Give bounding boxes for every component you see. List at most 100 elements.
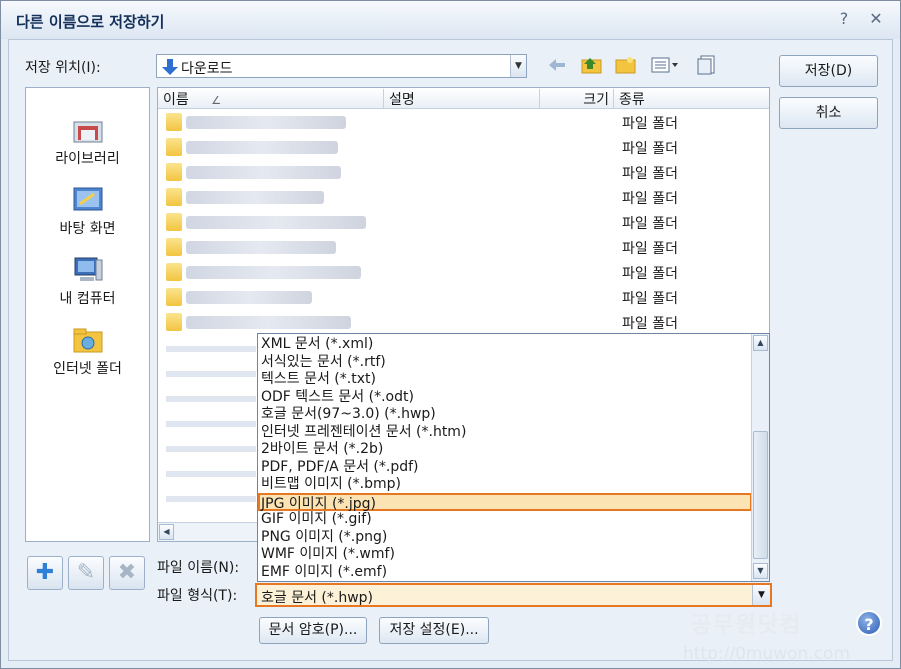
save-button[interactable]: 저장(D) — [779, 55, 878, 87]
save-as-dialog: 다른 이름으로 저장하기 ? ✕ 저장 위치(I): 다운로드 ▼ 저장(D) … — [0, 0, 901, 669]
file-type-label: 파일 형식(T): — [157, 588, 238, 604]
cancel-button[interactable]: 취소 — [779, 97, 878, 129]
file-name — [186, 141, 338, 154]
column-name-label: 이름 — [163, 92, 189, 108]
place-library-label: 라이브러리 — [55, 151, 120, 167]
file-row[interactable]: 파일 폴더 — [158, 309, 769, 334]
view-menu-icon[interactable] — [651, 55, 681, 75]
file-type-option[interactable]: 인터넷 프레젠테이션 문서 (*.htm) — [261, 423, 466, 441]
save-settings-button[interactable]: 저장 설정(E)... — [379, 617, 489, 644]
place-my-computer[interactable]: 내 컴퓨터 — [26, 256, 149, 308]
file-type: 파일 폴더 — [622, 241, 678, 257]
close-button[interactable]: ✕ — [867, 10, 885, 28]
file-type-option[interactable]: 호글 문서(97~3.0) (*.hwp) — [261, 405, 436, 423]
scroll-down-icon[interactable]: ▼ — [753, 563, 768, 579]
column-description[interactable]: 설명 — [384, 89, 540, 108]
file-type-option[interactable]: GIF 이미지 (*.gif) — [261, 510, 372, 528]
watermark-url: http://0muwon.com — [683, 644, 851, 664]
column-type-label: 종류 — [619, 92, 645, 108]
folder-icon — [166, 313, 182, 331]
file-type: 파일 폴더 — [622, 266, 678, 282]
file-name — [186, 216, 366, 229]
file-row[interactable]: 파일 폴더 — [158, 134, 769, 159]
file-row[interactable]: 파일 폴더 — [158, 259, 769, 284]
help-button[interactable]: ? — [835, 10, 853, 28]
folder-icon — [166, 138, 182, 156]
file-row[interactable]: 파일 폴더 — [158, 109, 769, 134]
file-type-option[interactable]: 비트맵 이미지 (*.bmp) — [261, 475, 401, 493]
internet-folder-icon — [73, 328, 102, 353]
plus-icon: ✚ — [35, 560, 55, 585]
chevron-down-icon[interactable]: ▼ — [510, 55, 526, 77]
desktop-icon — [73, 187, 102, 211]
place-desktop-label: 바탕 화면 — [59, 221, 116, 237]
file-type-value: 호글 문서 (*.hwp) — [261, 590, 374, 606]
place-internet-folder-label: 인터넷 폴더 — [53, 361, 122, 377]
up-folder-icon[interactable] — [581, 55, 603, 75]
place-internet-folder[interactable]: 인터넷 폴더 — [26, 326, 149, 378]
scroll-up-icon[interactable]: ▲ — [753, 335, 768, 351]
save-location-value: 다운로드 — [181, 61, 233, 77]
folder-icon — [166, 263, 182, 281]
file-type: 파일 폴더 — [622, 166, 678, 182]
column-name[interactable]: 이름 ∠ — [158, 89, 384, 108]
file-type-option[interactable]: JPG 이미지 (*.jpg) — [258, 492, 752, 512]
file-type-combo[interactable]: 호글 문서 (*.hwp) ▼ — [255, 583, 772, 607]
file-type-option[interactable]: XML 문서 (*.xml) — [261, 335, 373, 353]
file-type-option[interactable]: ODF 텍스트 문서 (*.odt) — [261, 388, 414, 406]
place-desktop[interactable]: 바탕 화면 — [26, 186, 149, 238]
sort-indicator-icon: ∠ — [211, 94, 222, 107]
delete-place-button[interactable]: ✖ — [109, 556, 145, 590]
library-icon — [73, 121, 102, 143]
save-location-label: 저장 위치(I): — [25, 60, 101, 76]
save-location-combo[interactable]: 다운로드 ▼ — [156, 54, 527, 78]
title-bar: 다른 이름으로 저장하기 ? ✕ — [1, 1, 900, 39]
file-type: 파일 폴더 — [622, 191, 678, 207]
chevron-down-icon[interactable]: ▼ — [752, 585, 770, 605]
file-type-option[interactable]: WMF 이미지 (*.wmf) — [261, 545, 395, 563]
file-list-header: 이름 ∠ 설명 크기 종류 — [158, 88, 769, 109]
column-type[interactable]: 종류 — [614, 89, 769, 108]
edit-place-button[interactable]: ✎ — [68, 556, 104, 590]
new-folder-icon[interactable] — [615, 55, 637, 75]
file-type: 파일 폴더 — [622, 216, 678, 232]
file-name — [186, 166, 341, 179]
file-type: 파일 폴더 — [622, 316, 678, 332]
column-size-label: 크기 — [583, 92, 609, 108]
folder-icon — [166, 238, 182, 256]
file-type-option[interactable]: PDF, PDF/A 문서 (*.pdf) — [261, 458, 418, 476]
doc-password-button[interactable]: 문서 암호(P)... — [259, 617, 367, 644]
scroll-thumb[interactable] — [753, 431, 768, 559]
file-row[interactable]: 파일 폴더 — [158, 234, 769, 259]
watermark-title: 공무원닷컴 — [691, 613, 803, 638]
file-row[interactable]: 파일 폴더 — [158, 184, 769, 209]
file-name — [186, 116, 346, 129]
delete-icon: ✖ — [117, 560, 137, 585]
file-type: 파일 폴더 — [622, 141, 678, 157]
folder-icon — [166, 113, 182, 131]
column-size[interactable]: 크기 — [540, 89, 614, 108]
folder-icon — [166, 188, 182, 206]
file-row[interactable]: 파일 폴더 — [158, 284, 769, 309]
file-name — [186, 241, 336, 254]
vertical-scrollbar[interactable]: ▲ ▼ — [751, 334, 769, 581]
file-type-option[interactable]: 2바이트 문서 (*.2b) — [261, 440, 383, 458]
file-type: 파일 폴더 — [622, 291, 678, 307]
folder-icon — [166, 288, 182, 306]
properties-icon[interactable] — [697, 55, 719, 75]
add-place-button[interactable]: ✚ — [27, 556, 63, 590]
file-type-option[interactable]: 서식있는 문서 (*.rtf) — [261, 353, 386, 371]
back-icon[interactable] — [546, 55, 568, 75]
file-type-dropdown-list[interactable]: XML 문서 (*.xml) 서식있는 문서 (*.rtf) 텍스트 문서 (*.t… — [257, 333, 770, 582]
help-icon[interactable]: ? — [856, 610, 882, 636]
place-library[interactable]: 라이브러리 — [26, 116, 149, 168]
file-type-option[interactable]: PNG 이미지 (*.png) — [261, 528, 387, 546]
file-name — [186, 266, 361, 279]
computer-icon — [74, 257, 102, 281]
file-row[interactable]: 파일 폴더 — [158, 159, 769, 184]
file-type-option[interactable]: 텍스트 문서 (*.txt) — [261, 370, 376, 388]
file-row[interactable]: 파일 폴더 — [158, 209, 769, 234]
file-type-option[interactable]: EMF 이미지 (*.emf) — [261, 563, 387, 581]
places-panel: 라이브러리 바탕 화면 내 컴퓨터 인터넷 폴더 — [25, 87, 150, 542]
scroll-left-icon[interactable]: ◀ — [159, 524, 174, 540]
